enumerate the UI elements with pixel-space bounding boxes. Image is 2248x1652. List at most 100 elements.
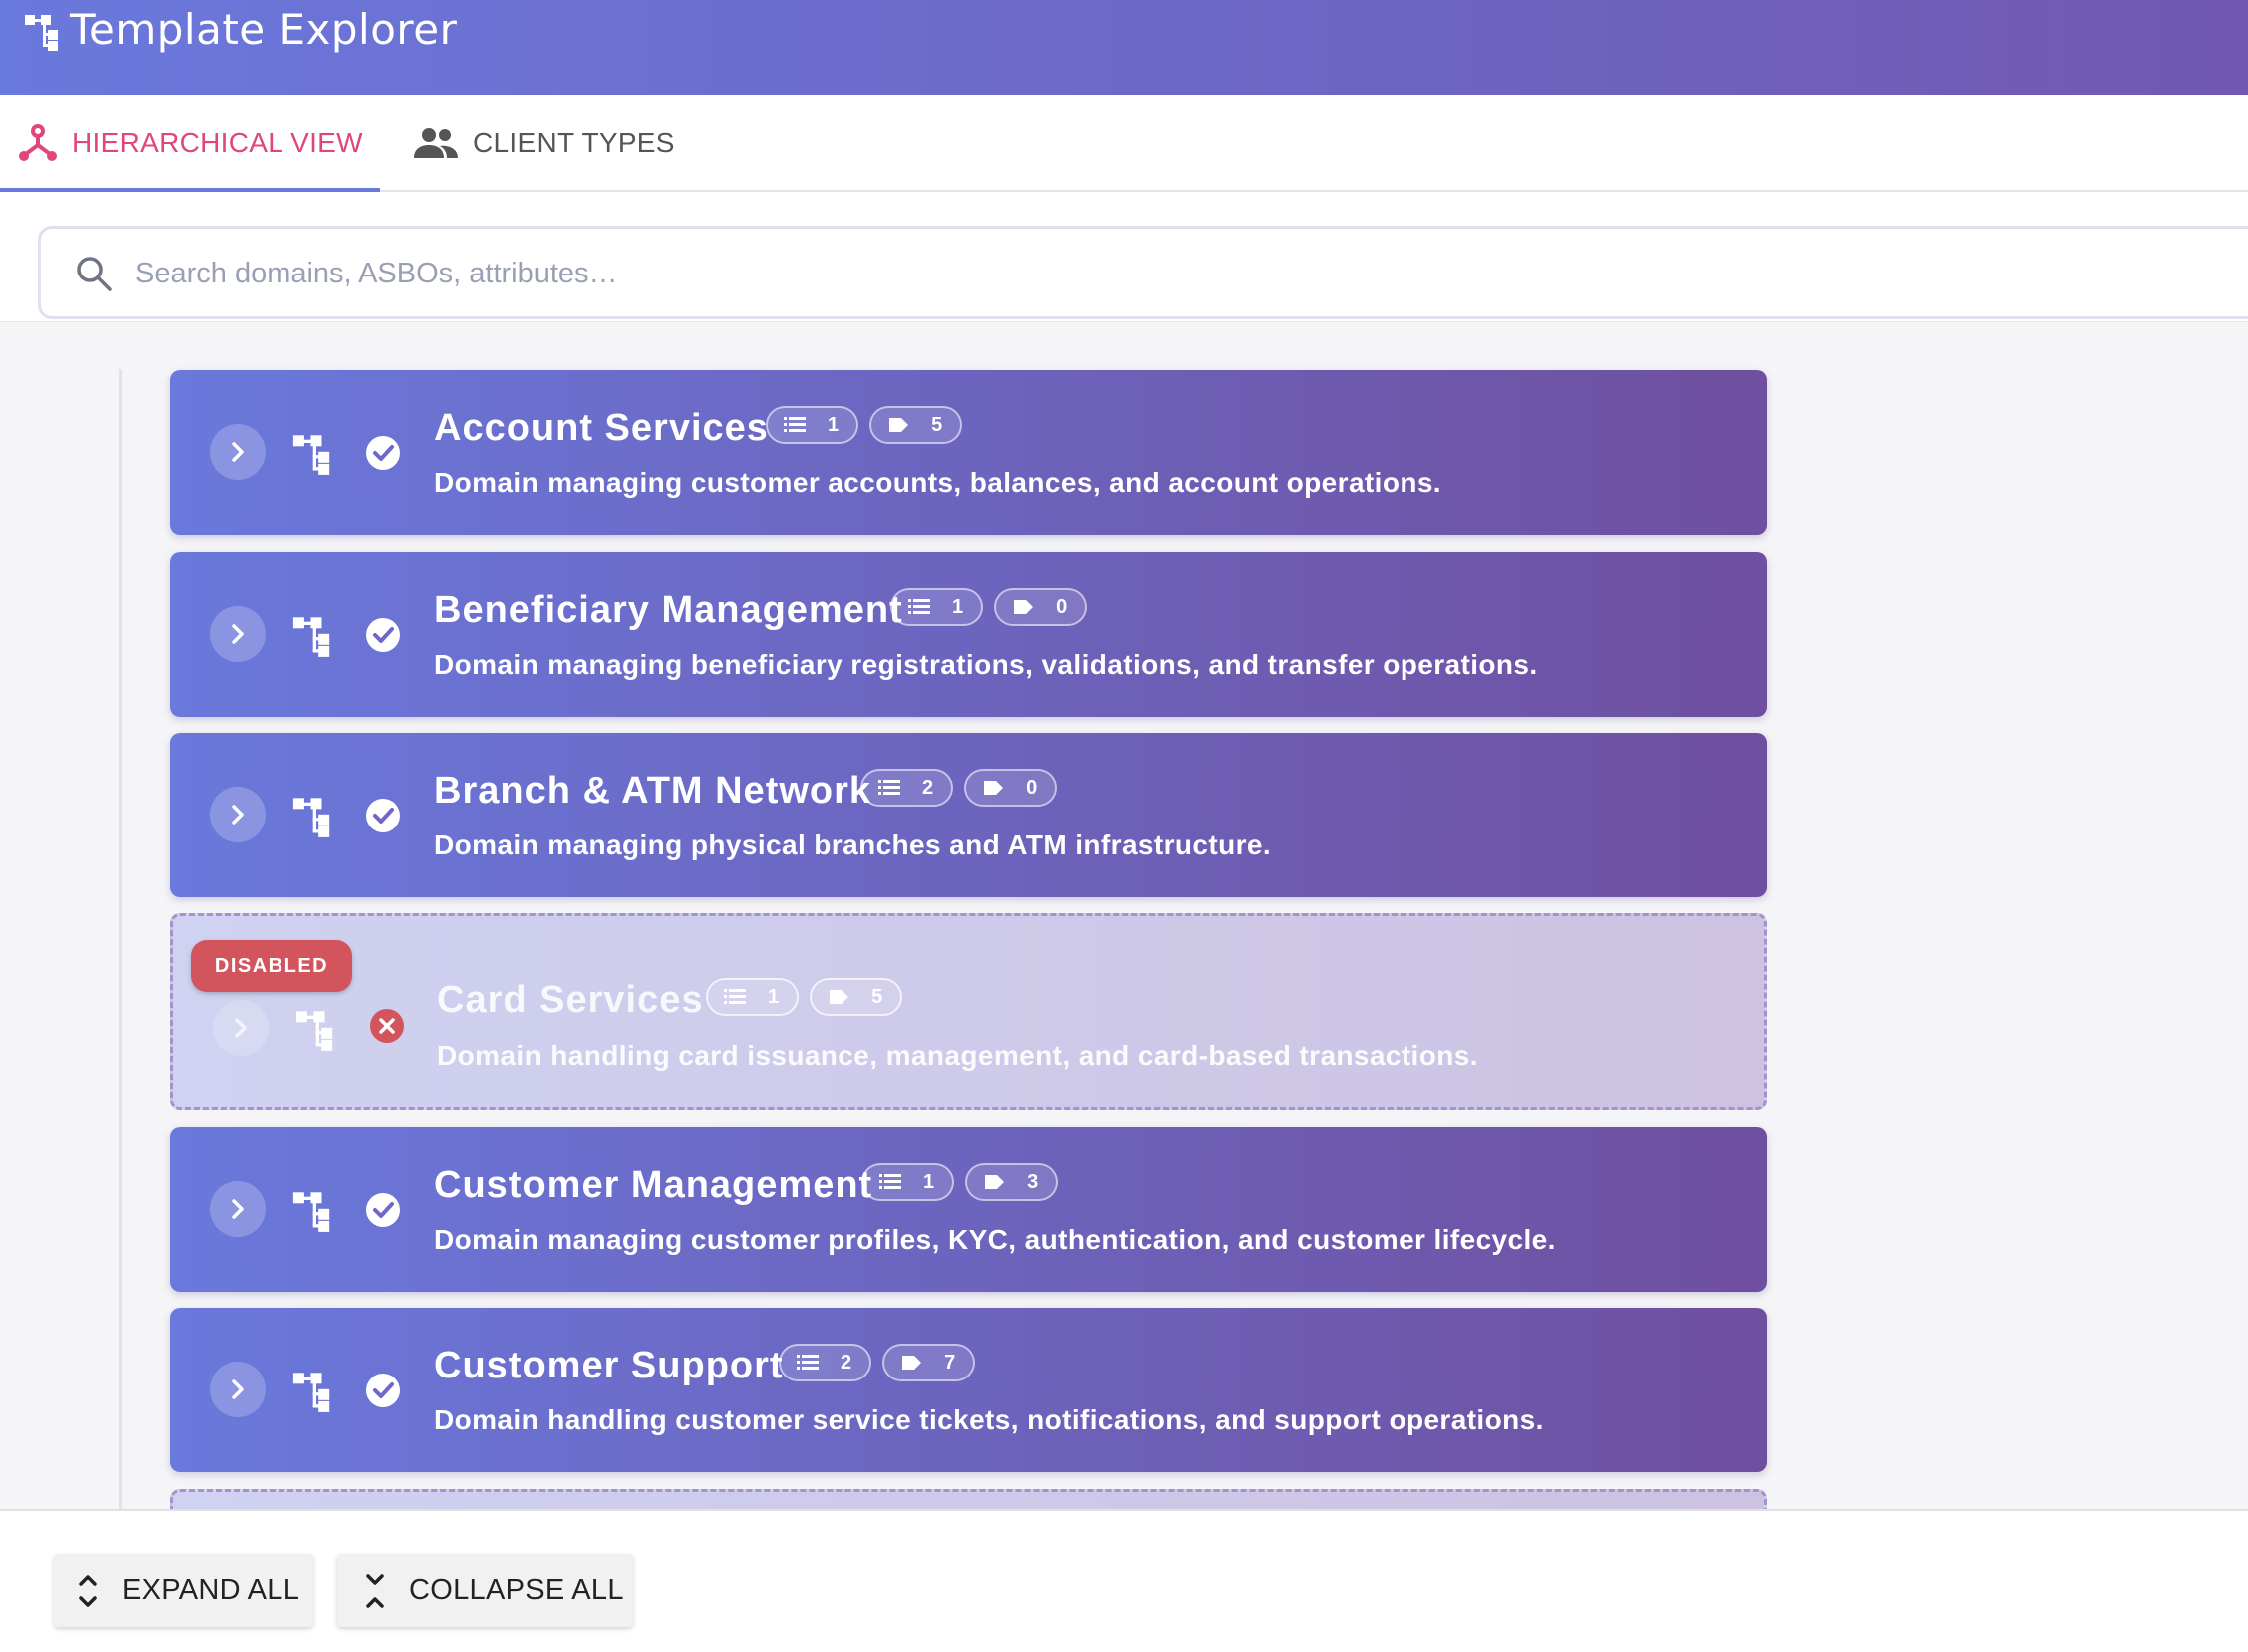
list-icon: [879, 1174, 901, 1189]
tab-label: HIERARCHICAL VIEW: [72, 126, 363, 158]
chevron-right-icon: [232, 1199, 244, 1219]
account-tree-icon: [292, 617, 330, 657]
domain-name: Account Services: [434, 407, 769, 449]
domain-card[interactable]: Customer Support 2 7 Domain handling cus…: [170, 1308, 1767, 1472]
chip-value: 1: [828, 413, 840, 436]
domain-counts: 1 5: [766, 406, 963, 444]
attribute-count-chip: 5: [810, 978, 903, 1016]
attribute-count-chip: 5: [869, 406, 963, 444]
domain-card[interactable]: Beneficiary Management 1 0 Domain managi…: [170, 552, 1767, 717]
asbo-count-chip: 1: [706, 978, 800, 1016]
chevron-right-icon: [232, 442, 244, 462]
account-tree-icon: [292, 798, 330, 837]
asbo-count-chip: 2: [779, 1344, 872, 1381]
domain-card[interactable]: Customer Management 1 3 Domain managing …: [170, 1127, 1767, 1292]
chip-value: 3: [1027, 1170, 1039, 1193]
attribute-count-chip: 0: [964, 769, 1058, 807]
account-tree-icon: [25, 15, 58, 51]
label-icon: [985, 1175, 1005, 1189]
button-label: COLLAPSE ALL: [409, 1574, 624, 1606]
domain-name: Card Services: [437, 979, 704, 1021]
domain-description: Domain managing physical branches and AT…: [434, 829, 1272, 860]
attribute-count-chip: 7: [882, 1344, 976, 1381]
chip-value: 1: [952, 595, 964, 618]
asbo-count-chip: 1: [861, 1163, 955, 1201]
domain-description: Domain handling card issuance, managemen…: [437, 1040, 1478, 1071]
domain-name: Branch & ATM Network: [434, 770, 872, 812]
check-circle-icon: [366, 1193, 400, 1227]
list-icon: [908, 599, 930, 614]
domain-description: Domain managing customer profiles, KYC, …: [434, 1224, 1556, 1255]
chip-value: 7: [944, 1351, 956, 1374]
label-icon: [1014, 600, 1034, 614]
search-input[interactable]: [133, 229, 2033, 318]
domain-name: Customer Support: [434, 1345, 784, 1386]
button-label: EXPAND ALL: [122, 1574, 300, 1606]
expand-toggle-button[interactable]: [210, 787, 266, 842]
expand-toggle-button[interactable]: [210, 1362, 266, 1417]
collapse-all-button[interactable]: COLLAPSE ALL: [337, 1554, 633, 1627]
hierarchy-icon: [19, 123, 57, 161]
expand-all-button[interactable]: EXPAND ALL: [54, 1554, 313, 1627]
domain-card-disabled[interactable]: DISABLED Card Services 1 5 Domain handli…: [170, 913, 1767, 1110]
app-title: Template Explorer: [70, 5, 458, 54]
chip-value: 0: [1026, 776, 1038, 799]
app-header: Template Explorer: [0, 0, 2248, 95]
tab-client-types[interactable]: CLIENT TYPES: [411, 95, 675, 190]
search-icon: [77, 257, 112, 291]
domain-description: Domain handling customer service tickets…: [434, 1404, 1544, 1435]
footer-actions: EXPAND ALL COLLAPSE ALL: [0, 1509, 2248, 1652]
view-tabs: HIERARCHICAL VIEW CLIENT TYPES: [0, 95, 2248, 193]
label-icon: [902, 1356, 922, 1370]
chevron-right-icon: [232, 805, 244, 825]
chip-value: 2: [922, 776, 934, 799]
label-icon: [830, 990, 849, 1004]
people-icon: [414, 127, 458, 158]
attribute-count-chip: 0: [994, 588, 1088, 626]
tree-connector-line: [119, 369, 122, 1512]
expand-toggle-button[interactable]: [210, 1181, 266, 1237]
tab-hierarchical-view[interactable]: HIERARCHICAL VIEW: [0, 95, 380, 193]
search-box[interactable]: [38, 226, 2248, 319]
check-circle-icon: [366, 436, 400, 470]
asbo-count-chip: 2: [860, 769, 954, 807]
unfold-less-icon: [366, 1573, 384, 1608]
check-circle-icon: [366, 799, 400, 832]
expand-toggle-button[interactable]: [210, 424, 266, 480]
chip-value: 2: [841, 1351, 852, 1374]
chip-value: 0: [1056, 595, 1068, 618]
account-tree-icon: [292, 1373, 330, 1412]
cancel-circle-icon: [370, 1009, 404, 1043]
chevron-right-icon: [235, 1018, 247, 1038]
list-icon: [797, 1355, 819, 1370]
domain-counts: 1 0: [890, 588, 1088, 626]
check-circle-icon: [366, 618, 400, 652]
chip-value: 5: [871, 985, 883, 1008]
account-tree-icon: [292, 1192, 330, 1232]
account-tree-icon: [292, 435, 330, 475]
expand-toggle-button[interactable]: [210, 606, 266, 662]
unfold-more-icon: [79, 1574, 97, 1607]
chevron-right-icon: [232, 624, 244, 644]
search-bar: [0, 192, 2248, 322]
label-icon: [889, 418, 909, 432]
domain-counts: 2 7: [779, 1344, 976, 1381]
chip-value: 1: [923, 1170, 935, 1193]
domain-counts: 1 3: [861, 1163, 1059, 1201]
chip-value: 5: [931, 413, 943, 436]
asbo-count-chip: 1: [766, 406, 859, 444]
domain-counts: 2 0: [860, 769, 1058, 807]
chevron-right-icon: [232, 1379, 244, 1399]
expand-toggle-button: [213, 1000, 269, 1056]
account-tree-icon: [295, 1011, 333, 1051]
domain-description: Domain managing beneficiary registration…: [434, 649, 1538, 680]
list-icon: [724, 989, 746, 1004]
domain-card[interactable]: Branch & ATM Network 2 0 Domain managing…: [170, 733, 1767, 897]
list-icon: [878, 780, 900, 795]
domain-description: Domain managing customer accounts, balan…: [434, 467, 1441, 498]
domain-counts: 1 5: [706, 978, 903, 1016]
domain-card[interactable]: Account Services 1 5 Domain managing cus…: [170, 370, 1767, 535]
check-circle-icon: [366, 1374, 400, 1407]
tab-label: CLIENT TYPES: [473, 126, 675, 158]
domain-name: Beneficiary Management: [434, 589, 903, 631]
